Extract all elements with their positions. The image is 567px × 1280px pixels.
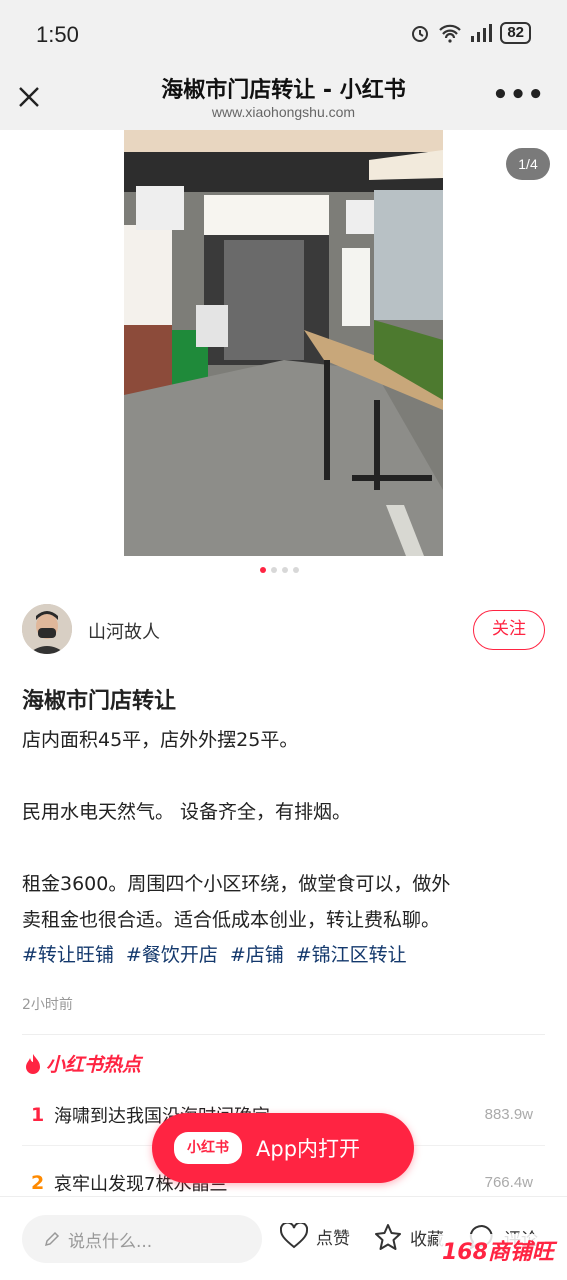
hashtag-link[interactable]: #餐饮开店 <box>126 940 218 967</box>
page-url: www.xiaohongshu.com <box>211 104 356 120</box>
app-logo: 小红书 <box>174 1132 242 1164</box>
carousel-dot[interactable] <box>260 567 266 573</box>
carousel-dot[interactable] <box>293 567 299 573</box>
follow-button[interactable]: 关注 <box>473 610 545 650</box>
note-line: 民用水电天然气。 设备齐全，有排烟。 <box>22 801 352 823</box>
hot-section-header: 小红书热点 <box>24 1050 141 1077</box>
status-icons: 82 <box>410 22 531 44</box>
note-timestamp: 2小时前 <box>22 997 73 1013</box>
open-in-app-label: App内打开 <box>256 1137 361 1161</box>
pencil-icon <box>44 1231 60 1247</box>
collect-button[interactable]: 收藏 <box>374 1223 444 1251</box>
signal-icon <box>471 24 493 42</box>
hashtag-link[interactable]: #转让旺铺 <box>22 940 114 967</box>
heart-icon <box>280 1223 308 1249</box>
tag-list: #转让旺铺 #餐饮开店 #店铺 #锦江区转让 <box>22 940 407 967</box>
hashtag-link[interactable]: #锦江区转让 <box>296 940 407 967</box>
comment-placeholder: 说点什么... <box>68 1231 153 1252</box>
page-title: 海椒市门店转让 - 小红书 <box>161 78 406 103</box>
status-time: 1:50 <box>36 22 79 47</box>
star-icon <box>375 1224 401 1250</box>
image-counter: 1/4 <box>506 148 550 180</box>
note-line: 店内面积45平，店外外摆25平。 <box>22 729 299 751</box>
author-avatar[interactable] <box>22 604 72 654</box>
avatar-image <box>22 604 72 654</box>
browser-header: 海椒市门店转让 - 小红书 www.xiaohongshu.com ••• <box>0 68 567 130</box>
like-button[interactable]: 点赞 <box>280 1223 350 1249</box>
battery-indicator: 82 <box>500 22 531 44</box>
hashtag-link[interactable]: #店铺 <box>230 940 284 967</box>
like-label: 点赞 <box>316 1228 350 1249</box>
carousel-dot[interactable] <box>271 567 277 573</box>
divider <box>22 1034 545 1035</box>
shop-photo <box>124 130 443 556</box>
hot-count: 883.9w <box>484 1106 533 1123</box>
carousel-dot[interactable] <box>282 567 288 573</box>
wifi-icon <box>439 24 462 43</box>
carousel-dots <box>260 567 299 573</box>
note-photo[interactable] <box>124 130 443 556</box>
note-title: 海椒市门店转让 <box>22 689 177 714</box>
hot-rank: 1 <box>31 1103 45 1126</box>
status-bar: 1:50 82 <box>0 0 567 68</box>
note-body: 店内面积45平，店外外摆25平。 民用水电天然气。 设备齐全，有排烟。 租金36… <box>22 722 542 938</box>
note-line <box>22 830 542 866</box>
note-line: 卖租金也很合适。适合低成本创业，转让费私聊。 <box>22 909 441 931</box>
flame-icon <box>26 1053 40 1074</box>
hot-section-title: 小红书热点 <box>46 1054 142 1076</box>
author-name[interactable]: 山河故人 <box>88 618 160 644</box>
open-in-app-button[interactable]: 小红书 App内打开 <box>152 1113 414 1183</box>
alarm-icon <box>412 26 429 42</box>
note-line <box>22 758 542 794</box>
more-menu-button[interactable]: ••• <box>492 80 545 110</box>
site-watermark: 168商铺旺 <box>438 1234 558 1266</box>
note-line: 租金3600。周围四个小区环绕，做堂食可以，做外 <box>22 873 451 895</box>
hot-count: 766.4w <box>484 1174 533 1191</box>
hot-rank: 2 <box>31 1171 45 1194</box>
comment-input[interactable]: 说点什么... <box>22 1215 262 1263</box>
